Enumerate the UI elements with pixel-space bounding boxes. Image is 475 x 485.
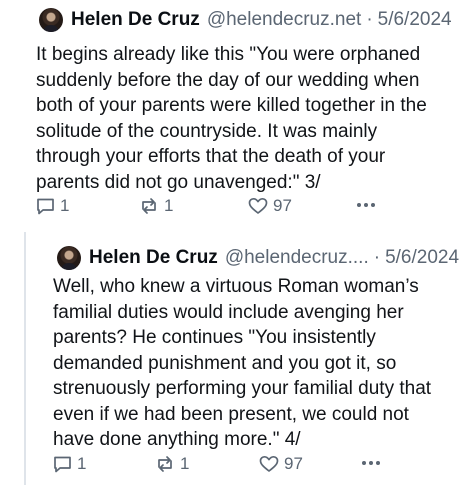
post: Helen De Cruz @helendecruz.net · 5/6/202…: [0, 0, 475, 228]
post-header: Helen De Cruz @helendecruz.net · 5/6/202…: [39, 8, 452, 32]
more-icon: [357, 203, 375, 207]
avatar[interactable]: [57, 246, 81, 270]
post-header: Helen De Cruz @helendecruz.... · 5/6/202…: [57, 246, 459, 270]
like-button[interactable]: 97: [259, 454, 303, 474]
repost-button[interactable]: 1: [155, 454, 189, 474]
repost-icon: [142, 198, 156, 214]
heart-icon: [248, 197, 268, 214]
post: Helen De Cruz @helendecruz.... · 5/6/202…: [0, 232, 475, 485]
like-button[interactable]: 97: [248, 196, 292, 216]
more-button[interactable]: [361, 460, 381, 466]
more-icon: [362, 461, 380, 465]
reply-count: 1: [77, 454, 87, 473]
more-button[interactable]: [356, 202, 376, 208]
author-name[interactable]: Helen De Cruz: [89, 247, 218, 269]
separator: ·: [366, 9, 373, 30]
like-count: 97: [284, 454, 303, 473]
avatar[interactable]: [39, 8, 63, 32]
reply-icon: [37, 198, 54, 215]
reply-icon: [54, 456, 71, 473]
post-date[interactable]: 5/6/2024: [385, 247, 459, 269]
post-text: Well, who knew a virtuous Roman woman’s …: [53, 276, 432, 450]
reply-button[interactable]: 1: [53, 454, 86, 474]
repost-button[interactable]: 1: [139, 196, 173, 216]
separator: ·: [373, 247, 381, 268]
heart-icon: [259, 455, 279, 472]
author-handle[interactable]: @helendecruz.net: [207, 9, 362, 31]
like-count: 97: [273, 196, 292, 215]
author-handle[interactable]: @helendecruz....: [225, 247, 369, 269]
repost-icon: [158, 456, 172, 472]
author-name[interactable]: Helen De Cruz: [71, 9, 200, 31]
repost-count: 1: [164, 196, 174, 215]
post-date[interactable]: 5/6/2024: [378, 9, 452, 31]
repost-count: 1: [180, 454, 190, 473]
reply-button[interactable]: 1: [36, 196, 69, 216]
post-text: It begins already like this "You were or…: [36, 44, 427, 193]
reply-count: 1: [60, 196, 70, 215]
